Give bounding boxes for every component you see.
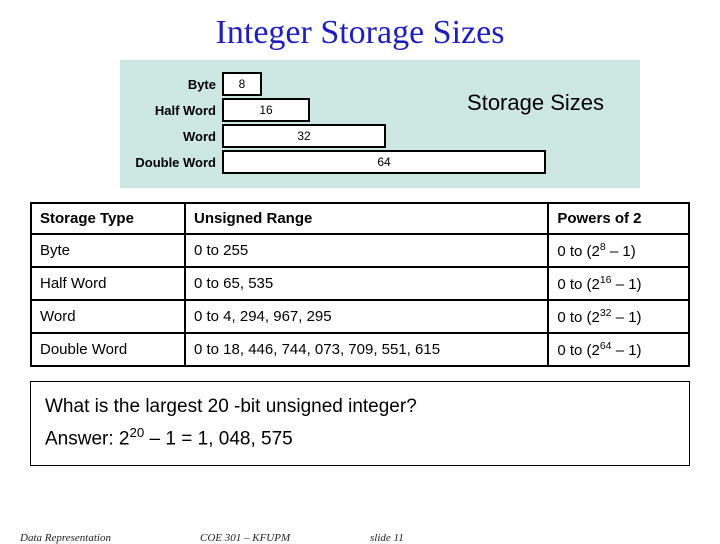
diagram-bar: 32 [222,124,386,148]
table-row: Double Word0 to 18, 446, 744, 073, 709, … [31,333,689,366]
cell-range: 0 to 18, 446, 744, 073, 709, 551, 615 [185,333,548,366]
table-header: Storage Type [31,203,185,234]
diagram-bar: 64 [222,150,546,174]
qa-box: What is the largest 20 -bit unsigned int… [30,381,690,466]
cell-type: Half Word [31,267,185,300]
storage-table: Storage TypeUnsigned RangePowers of 2 By… [30,202,690,367]
cell-range: 0 to 65, 535 [185,267,548,300]
table-row: Byte0 to 2550 to (28 – 1) [31,234,689,267]
page-title: Integer Storage Sizes [0,0,720,60]
cell-type: Double Word [31,333,185,366]
cell-powers: 0 to (216 – 1) [548,267,689,300]
cell-type: Byte [31,234,185,267]
diagram-label: Word [126,129,222,144]
storage-diagram: Storage Sizes Byte8Half Word16Word32Doub… [120,60,640,188]
cell-range: 0 to 255 [185,234,548,267]
diagram-bar: 16 [222,98,310,122]
diagram-bar: 8 [222,72,262,96]
diagram-row: Word32 [126,124,626,148]
answer-text: Answer: 220 – 1 = 1, 048, 575 [45,422,675,455]
diagram-label: Half Word [126,103,222,118]
footer-left: Data Representation [20,532,111,544]
footer-mid: COE 301 – KFUPM [200,532,290,544]
table-row: Half Word0 to 65, 5350 to (216 – 1) [31,267,689,300]
diagram-label: Byte [126,77,222,92]
diagram-title: Storage Sizes [467,90,604,116]
cell-powers: 0 to (264 – 1) [548,333,689,366]
question-text: What is the largest 20 -bit unsigned int… [45,392,675,422]
cell-range: 0 to 4, 294, 967, 295 [185,300,548,333]
diagram-row: Double Word64 [126,150,626,174]
table-row: Word0 to 4, 294, 967, 2950 to (232 – 1) [31,300,689,333]
diagram-label: Double Word [126,155,222,170]
table-header: Powers of 2 [548,203,689,234]
cell-powers: 0 to (28 – 1) [548,234,689,267]
table-header: Unsigned Range [185,203,548,234]
footer-slide: slide 11 [370,532,404,544]
cell-type: Word [31,300,185,333]
cell-powers: 0 to (232 – 1) [548,300,689,333]
